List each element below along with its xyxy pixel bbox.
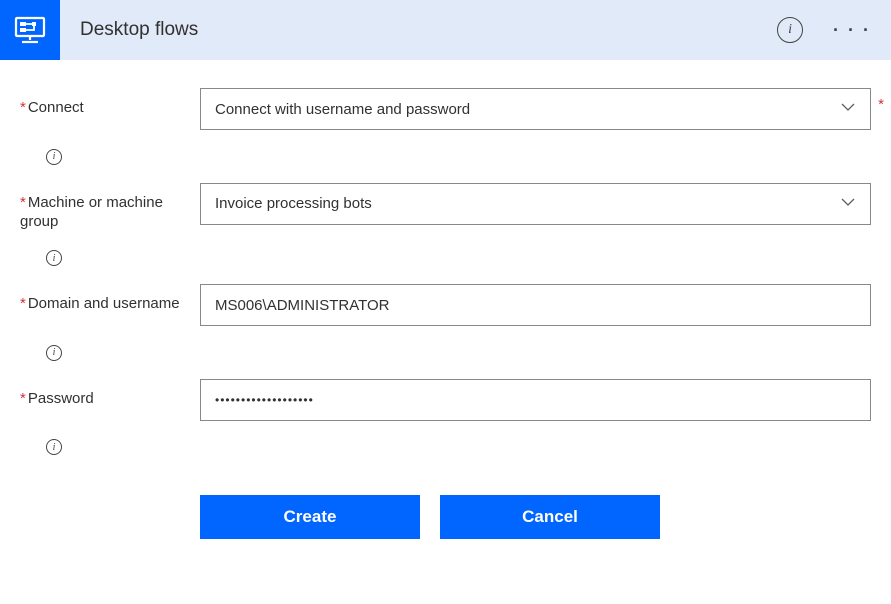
row-domain: *Domain and username MS006\ADMINISTRATOR	[20, 284, 871, 326]
chevron-down-icon	[840, 194, 856, 214]
machine-select-value: Invoice processing bots	[215, 195, 372, 212]
password-masked-value: •••••••••••••••••••	[215, 393, 314, 407]
domain-label: *Domain and username	[20, 295, 180, 312]
connect-select[interactable]: Connect with username and password	[200, 88, 871, 130]
domain-username-value: MS006\ADMINISTRATOR	[215, 297, 389, 314]
domain-username-input[interactable]: MS006\ADMINISTRATOR	[200, 284, 871, 326]
chevron-down-icon	[840, 99, 856, 119]
header-bar: Desktop flows i · · ·	[0, 0, 891, 60]
desktop-flows-icon	[0, 0, 60, 60]
row-machine: *Machine or machine group Invoice proces…	[20, 183, 871, 232]
machine-info-icon[interactable]: i	[46, 250, 62, 266]
password-input[interactable]: •••••••••••••••••••	[200, 379, 871, 421]
cancel-button[interactable]: Cancel	[440, 495, 660, 539]
connect-select-value: Connect with username and password	[215, 101, 470, 118]
required-indicator: *	[878, 96, 884, 113]
row-password: *Password •••••••••••••••••••	[20, 379, 871, 421]
more-menu-icon[interactable]: · · ·	[833, 20, 871, 41]
form-area: *Connect Connect with username and passw…	[0, 60, 891, 567]
domain-info-icon[interactable]: i	[46, 345, 62, 361]
connect-label: *Connect	[20, 99, 84, 116]
create-button[interactable]: Create	[200, 495, 420, 539]
page-title: Desktop flows	[80, 19, 777, 41]
machine-label: *Machine or machine group	[20, 194, 163, 231]
info-icon[interactable]: i	[777, 17, 803, 43]
password-label: *Password	[20, 390, 94, 407]
row-connect: *Connect Connect with username and passw…	[20, 88, 871, 130]
connect-info-icon[interactable]: i	[46, 149, 62, 165]
machine-select[interactable]: Invoice processing bots	[200, 183, 871, 225]
button-row: Create Cancel	[200, 495, 871, 539]
password-info-icon[interactable]: i	[46, 439, 62, 455]
